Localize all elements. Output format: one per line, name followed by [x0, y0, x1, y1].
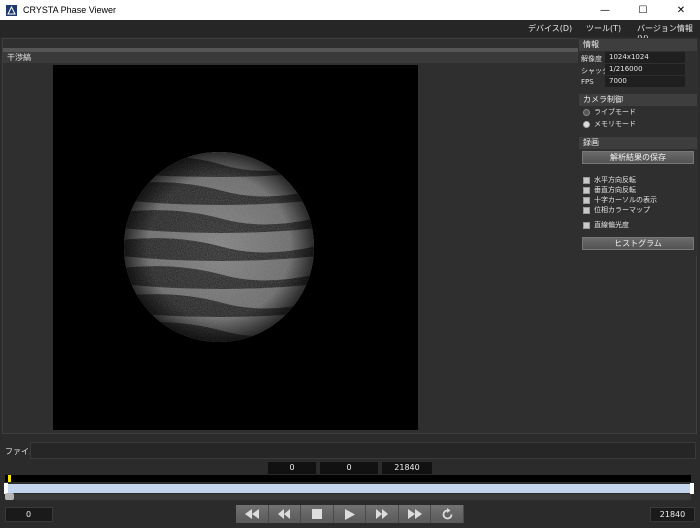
start-frame-field[interactable]: 0	[5, 507, 53, 522]
fps-value: 7000	[605, 76, 685, 87]
record-header: 録画	[579, 137, 697, 149]
flip-vertical-checkbox[interactable]: 垂直方向反転	[583, 185, 636, 195]
resolution-label: 解像度	[581, 55, 602, 63]
cross-cursor-checkbox[interactable]: 十字カーソルの表示	[583, 195, 657, 205]
timeline-position-marker[interactable]	[7, 475, 11, 482]
maximize-button[interactable]: ☐	[624, 0, 662, 20]
app-logo-icon	[6, 4, 17, 16]
resolution-value: 1024x1024	[605, 52, 685, 63]
counter-c: 21840	[382, 462, 432, 474]
interference-image-view[interactable]	[53, 65, 418, 430]
loop-icon	[442, 507, 453, 519]
camera-control-header: カメラ制御	[579, 94, 697, 106]
checkbox-box[interactable]	[583, 206, 590, 214]
info-header: 情報	[579, 39, 697, 51]
frame-range-slider[interactable]	[5, 484, 691, 493]
file-path-field[interactable]	[30, 442, 696, 459]
step-forward-icon	[376, 509, 389, 519]
title-bar: CRYSTA Phase Viewer — ☐ ✕	[0, 0, 700, 20]
counter-b: 0	[320, 462, 378, 474]
flip-vertical-label: 垂直方向反転	[594, 186, 636, 194]
fast-forward-icon	[407, 509, 422, 519]
close-button[interactable]: ✕	[662, 0, 700, 20]
linear-polarization-label: 直線偏光度	[594, 221, 629, 229]
rewind-fast-button[interactable]	[236, 505, 269, 523]
end-frame-field[interactable]: 21840	[650, 507, 695, 522]
histogram-button[interactable]: ヒストグラム	[582, 237, 694, 250]
fps-label: FPS	[581, 78, 594, 86]
minimize-button[interactable]: —	[586, 0, 624, 20]
shutter-value: 1/216000	[605, 64, 685, 75]
memory-mode-label: メモリモード	[594, 120, 636, 128]
menu-device[interactable]: デバイス(D)	[528, 23, 572, 34]
window-title: CRYSTA Phase Viewer	[23, 5, 117, 15]
checkbox-box[interactable]	[583, 186, 590, 194]
menu-tools[interactable]: ツール(T)	[586, 23, 621, 34]
radio-indicator[interactable]	[583, 108, 590, 116]
frame-timeline[interactable]	[5, 475, 691, 482]
menu-bar: デバイス(D) ツール(T) バージョン情報(V)	[0, 20, 700, 43]
play-icon	[344, 508, 355, 520]
rewind-fast-icon	[244, 509, 259, 519]
view-panel-title: 干渉縞	[3, 52, 578, 63]
radio-indicator-selected[interactable]	[583, 120, 590, 128]
flip-horizontal-checkbox[interactable]: 水平方向反転	[583, 175, 636, 185]
step-back-button[interactable]	[268, 505, 302, 523]
live-mode-label: ライブモード	[594, 108, 636, 116]
playback-controls	[236, 505, 465, 523]
cross-cursor-label: 十字カーソルの表示	[594, 196, 657, 204]
stop-button[interactable]	[301, 505, 334, 523]
flip-horizontal-label: 水平方向反転	[594, 176, 636, 184]
range-end-handle[interactable]	[690, 483, 694, 494]
play-button[interactable]	[333, 505, 367, 523]
fast-forward-button[interactable]	[398, 505, 432, 523]
linear-polarization-checkbox[interactable]: 直線偏光度	[583, 220, 629, 230]
memory-mode-radio[interactable]: メモリモード	[583, 119, 636, 129]
counter-a: 0	[268, 462, 316, 474]
checkbox-box[interactable]	[583, 176, 590, 184]
loop-button[interactable]	[431, 505, 465, 523]
frame-scrollbar[interactable]	[5, 494, 691, 500]
live-mode-radio[interactable]: ライブモード	[583, 107, 636, 117]
phase-colormap-label: 位相カラーマップ	[594, 206, 650, 214]
checkbox-box[interactable]	[583, 196, 590, 204]
step-back-icon	[278, 509, 291, 519]
phase-colormap-checkbox[interactable]: 位相カラーマップ	[583, 205, 650, 215]
save-analysis-button[interactable]: 解析結果の保存	[582, 151, 694, 164]
checkbox-box[interactable]	[583, 221, 590, 229]
stop-icon	[311, 509, 322, 519]
step-forward-button[interactable]	[366, 505, 399, 523]
scrollbar-thumb[interactable]	[5, 493, 14, 500]
fringe-disc	[124, 152, 314, 342]
